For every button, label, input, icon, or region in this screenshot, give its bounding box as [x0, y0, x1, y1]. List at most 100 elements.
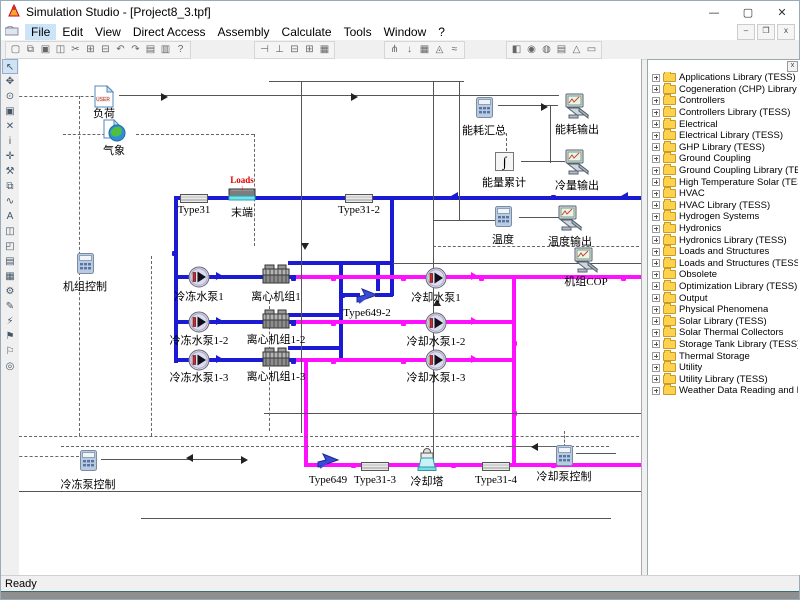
library-tree-item[interactable]: Physical Phenomena — [650, 304, 798, 316]
calculator-icon[interactable] — [476, 97, 493, 121]
expand-icon[interactable] — [652, 143, 660, 151]
copy-icon[interactable]: ⊞ — [83, 43, 98, 57]
valve-icon[interactable] — [355, 287, 379, 308]
zoom-out-icon[interactable]: ⊟ — [287, 43, 302, 57]
calculator-icon[interactable] — [80, 450, 97, 474]
window-layout-icon[interactable]: ◧ — [509, 43, 524, 57]
spline-icon[interactable]: ∿ — [2, 194, 18, 209]
pan-icon[interactable]: ✥ — [2, 74, 18, 89]
expand-icon[interactable] — [652, 236, 660, 244]
library-tree-item[interactable]: Applications Library (TESS) — [650, 72, 798, 84]
library-tree-item[interactable]: Utility Library (TESS) — [650, 373, 798, 385]
run-icon[interactable]: ⚡ — [2, 314, 18, 329]
expand-icon[interactable] — [652, 364, 660, 372]
menu-window[interactable]: Window — [378, 24, 433, 40]
expand-icon[interactable] — [652, 340, 660, 348]
library-tree-item[interactable]: Electrical — [650, 118, 798, 130]
new-icon[interactable]: ▢ — [8, 43, 23, 57]
library-tree-item[interactable]: Controllers Library (TESS) — [650, 107, 798, 119]
print-preview-icon[interactable]: ▥ — [158, 43, 173, 57]
pipe-icon[interactable] — [482, 460, 510, 474]
expand-icon[interactable] — [652, 225, 660, 233]
link-icon[interactable]: ✛ — [2, 149, 18, 164]
library-tree-item[interactable]: Hydronics — [650, 223, 798, 235]
library-tree-item[interactable]: Utility — [650, 362, 798, 374]
expand-icon[interactable] — [652, 74, 660, 82]
library-tree-item[interactable]: Obsolete — [650, 269, 798, 281]
library-tree-item[interactable]: High Temperature Solar (TESS) — [650, 176, 798, 188]
link-tree-icon[interactable]: ⋔ — [387, 43, 402, 57]
tools-icon[interactable]: ⚒ — [2, 164, 18, 179]
valve-icon[interactable] — [316, 452, 340, 473]
pen-icon[interactable]: ✎ — [2, 299, 18, 314]
library-tree-item[interactable]: Hydrogen Systems — [650, 211, 798, 223]
menu-view[interactable]: View — [89, 24, 127, 40]
expand-icon[interactable] — [652, 97, 660, 105]
library-tree-item[interactable]: Electrical Library (TESS) — [650, 130, 798, 142]
expand-icon[interactable] — [652, 201, 660, 209]
frame-icon[interactable]: ▭ — [584, 43, 599, 57]
save-icon[interactable]: ▣ — [38, 43, 53, 57]
library-tree-item[interactable]: Hydronics Library (TESS) — [650, 234, 798, 246]
plotter-icon[interactable] — [556, 205, 584, 235]
fit-height-icon[interactable]: ⊥ — [272, 43, 287, 57]
library-tree-item[interactable]: Solar Library (TESS) — [650, 315, 798, 327]
library-tree-item[interactable]: Loads and Structures — [650, 246, 798, 258]
zoom-all-icon[interactable]: ▦ — [317, 43, 332, 57]
image-icon[interactable]: ▣ — [2, 104, 18, 119]
library-tree-item[interactable]: Storage Tank Library (TESS) — [650, 339, 798, 351]
minimize-button[interactable]: — — [697, 1, 731, 23]
layers-icon[interactable]: ▤ — [554, 43, 569, 57]
close-button[interactable]: ✕ — [765, 1, 799, 23]
menu-file[interactable]: File — [25, 24, 56, 40]
lock-icon[interactable]: ◍ — [539, 43, 554, 57]
mdi-restore-button[interactable]: ❐ — [757, 24, 775, 40]
mdi-minimize-button[interactable]: – — [737, 24, 755, 40]
expand-icon[interactable] — [652, 85, 660, 93]
library-tree-item[interactable]: Optimization Library (TESS) — [650, 281, 798, 293]
menu-tools[interactable]: Tools — [338, 24, 378, 40]
undo-icon[interactable]: ↶ — [113, 43, 128, 57]
calculator-icon[interactable] — [77, 253, 94, 277]
expand-icon[interactable] — [652, 259, 660, 267]
integrator-icon[interactable]: ∫ — [495, 152, 514, 174]
diagram-canvas[interactable]: USER负荷气象Type31末端Loads↓Type31-2能耗汇总能耗输出∫能… — [19, 59, 642, 577]
library-tree-item[interactable]: Ground Coupling — [650, 153, 798, 165]
expand-icon[interactable] — [652, 282, 660, 290]
cascade-icon[interactable]: ◰ — [2, 239, 18, 254]
expand-icon[interactable] — [652, 167, 660, 175]
expand-icon[interactable] — [652, 375, 660, 383]
calculator-icon[interactable] — [556, 445, 573, 469]
expand-icon[interactable] — [652, 190, 660, 198]
info-icon[interactable]: i — [2, 134, 18, 149]
calculator-icon[interactable] — [495, 206, 512, 230]
expand-icon[interactable] — [652, 329, 660, 337]
expand-icon[interactable] — [652, 132, 660, 140]
help-icon[interactable]: ? — [173, 43, 188, 57]
expand-icon[interactable] — [652, 213, 660, 221]
panel-close-button[interactable]: x — [787, 61, 798, 72]
menu-edit[interactable]: Edit — [56, 24, 89, 40]
expand-icon[interactable] — [652, 178, 660, 186]
chiller-icon[interactable] — [262, 347, 290, 370]
print-region-icon[interactable]: ▦ — [2, 269, 18, 284]
menu-assembly[interactable]: Assembly — [212, 24, 276, 40]
maximize-button[interactable]: ▢ — [731, 1, 765, 23]
zoom-in-icon[interactable]: ⊞ — [302, 43, 317, 57]
select-icon[interactable]: ↖ — [2, 59, 18, 74]
target-icon[interactable]: ◉ — [524, 43, 539, 57]
cut-icon[interactable]: ✂ — [68, 43, 83, 57]
expand-icon[interactable] — [652, 155, 660, 163]
zoom-icon[interactable]: ⊙ — [2, 89, 18, 104]
birdseye-icon[interactable]: ◎ — [2, 359, 18, 374]
pipe-icon[interactable] — [361, 460, 389, 474]
library-tree-item[interactable]: Thermal Storage — [650, 350, 798, 362]
menu-direct-access[interactable]: Direct Access — [127, 24, 212, 40]
expand-icon[interactable] — [652, 109, 660, 117]
split-window-icon[interactable]: ◫ — [2, 224, 18, 239]
library-tree-item[interactable]: GHP Library (TESS) — [650, 142, 798, 154]
flag-white-icon[interactable]: ⚐ — [2, 344, 18, 359]
library-tree-item[interactable]: Solar Thermal Collectors — [650, 327, 798, 339]
plotter-icon[interactable] — [563, 149, 591, 179]
mdi-close-button[interactable]: x — [777, 24, 795, 40]
